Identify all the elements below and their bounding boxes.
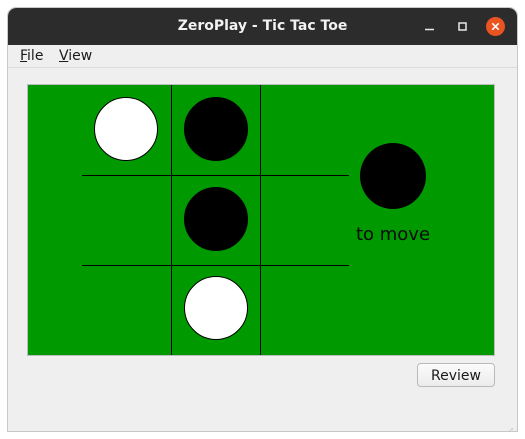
maximize-icon[interactable] — [453, 17, 472, 36]
board-cell-2-1[interactable] — [172, 264, 261, 353]
app-window: ZeroPlay - Tic Tac Toe File View to move… — [8, 8, 517, 431]
minimize-icon[interactable] — [420, 17, 439, 36]
title-bar[interactable]: ZeroPlay - Tic Tac Toe — [8, 8, 517, 45]
board-cell-0-2[interactable] — [261, 85, 350, 174]
board-cell-0-1[interactable] — [172, 85, 261, 174]
white-piece — [184, 276, 248, 340]
board-cell-0-0[interactable] — [82, 85, 171, 174]
menu-view-label: iew — [68, 48, 93, 64]
menu-bar: File View — [8, 45, 517, 68]
window-title: ZeroPlay - Tic Tac Toe — [177, 18, 348, 34]
menu-view[interactable]: View — [59, 47, 92, 65]
menu-file-label: ile — [27, 48, 44, 64]
turn-label: to move — [355, 224, 431, 245]
board-cell-1-2[interactable] — [261, 175, 350, 264]
menu-file[interactable]: File — [20, 47, 43, 65]
board-cell-2-2[interactable] — [261, 264, 350, 353]
board-cell-1-1[interactable] — [172, 175, 261, 264]
turn-indicator-piece — [360, 143, 426, 209]
white-piece — [94, 97, 158, 161]
black-piece — [184, 187, 248, 251]
menu-file-mnemonic: F — [20, 48, 28, 64]
board-cell-1-0[interactable] — [82, 175, 171, 264]
review-button[interactable]: Review — [417, 363, 495, 387]
board-cell-2-0[interactable] — [82, 264, 171, 353]
menu-view-mnemonic: V — [59, 48, 69, 64]
black-piece — [184, 97, 248, 161]
resize-grip-icon[interactable] — [506, 420, 514, 431]
game-board[interactable]: to move — [28, 85, 494, 355]
close-icon[interactable] — [486, 17, 505, 36]
